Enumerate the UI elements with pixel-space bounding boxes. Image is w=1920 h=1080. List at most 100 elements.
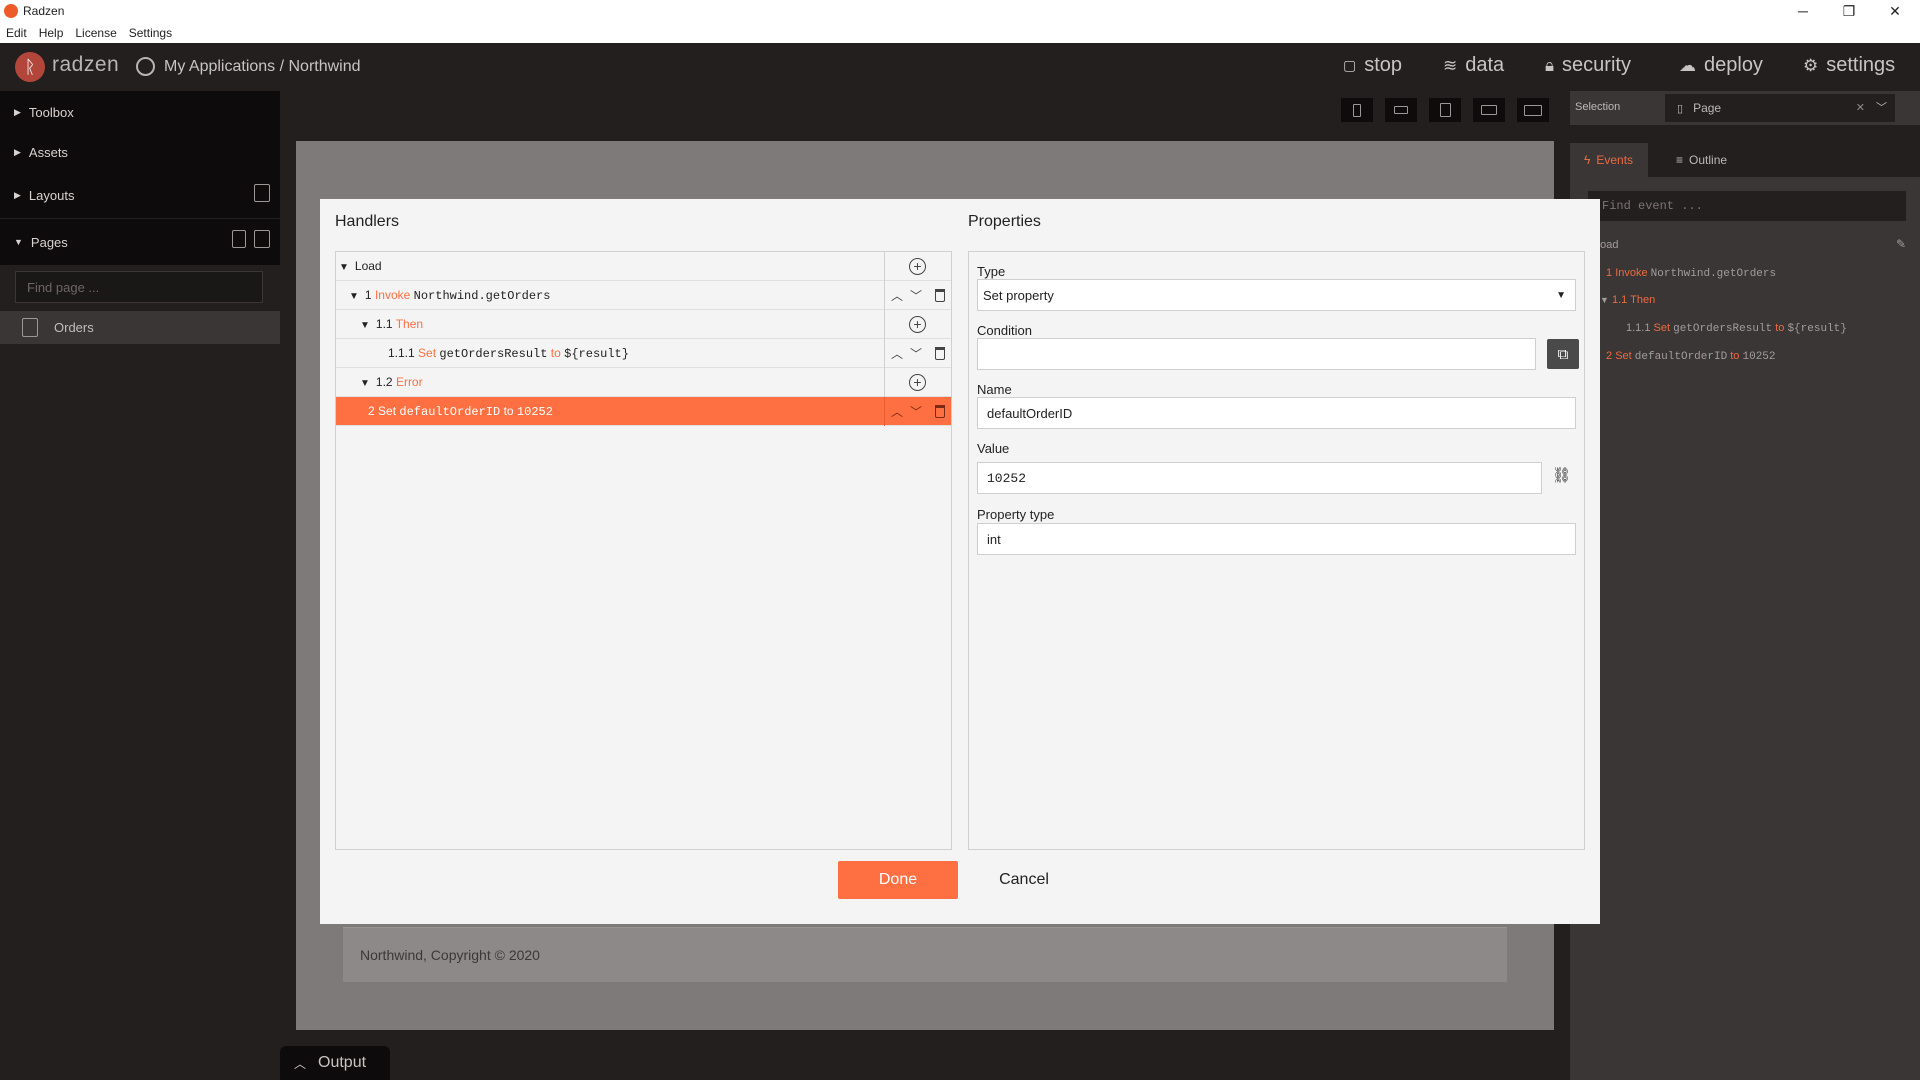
tab-outline[interactable]: ≡ Outline: [1662, 143, 1741, 177]
nav-stop-label: stop: [1364, 54, 1403, 76]
menu-edit[interactable]: Edit: [6, 26, 27, 40]
add-action-icon[interactable]: +: [909, 374, 926, 391]
properties-title: Properties: [968, 213, 1041, 230]
page-icon: [22, 318, 38, 337]
left-sidebar: ▶ Toolbox ▶ Assets ▶ Layouts ▼ Pages Fin…: [0, 91, 280, 1080]
app-header: ᚱ radzen My Applications / Northwind ▢ s…: [0, 43, 1920, 91]
selection-value: Page: [1693, 101, 1722, 115]
delete-icon[interactable]: [935, 289, 945, 302]
events-panel: ϟ Events ≡ Outline Find event ... Load ✎…: [1570, 143, 1920, 1080]
event-item[interactable]: 1.1.1 Set getOrdersResult to ${result}: [1626, 322, 1847, 335]
sidebar-pages[interactable]: ▼ Pages: [0, 219, 280, 265]
handler-row-invoke[interactable]: ▼ 1 Invoke Northwind.getOrders ︿ ﹀: [336, 281, 951, 310]
sidebar-assets[interactable]: ▶ Assets: [0, 131, 280, 173]
tablet-icon: [1439, 103, 1451, 117]
nav-deploy[interactable]: ☁ deploy: [1679, 54, 1763, 77]
device-toolbar: [280, 91, 1570, 129]
link-icon[interactable]: ⛓: [1552, 466, 1571, 484]
add-layout-icon[interactable]: [254, 184, 270, 202]
handler-row-then[interactable]: ▼ 1.1 Then +: [336, 310, 951, 339]
tablet-landscape-icon: [1481, 105, 1497, 115]
handler-row-set-result[interactable]: 1.1.1 Set getOrdersResult to ${result} ︿…: [336, 339, 951, 368]
canvas-footer: Northwind, Copyright © 2020: [343, 927, 1507, 982]
device-phone-landscape-button[interactable]: [1385, 98, 1417, 122]
stop-icon: ▢: [1343, 57, 1357, 73]
dashboard-icon[interactable]: [136, 57, 155, 76]
cloud-upload-icon: ☁: [1679, 55, 1696, 75]
nav-security[interactable]: 🔒︎ security: [1545, 54, 1631, 77]
nav-data[interactable]: ≋ data: [1443, 54, 1504, 77]
edit-event-icon[interactable]: ✎: [1896, 237, 1906, 251]
open-expression-editor-button[interactable]: ⧉: [1547, 339, 1579, 369]
sidebar-layouts[interactable]: ▶ Layouts: [0, 173, 280, 218]
caret-down-icon: ▼: [360, 378, 370, 389]
delete-page-icon[interactable]: [232, 230, 246, 248]
handler-row-error[interactable]: ▼ 1.2 Error +: [336, 368, 951, 397]
move-up-icon[interactable]: ︿: [891, 403, 903, 420]
move-up-icon[interactable]: ︿: [891, 287, 903, 304]
done-button[interactable]: Done: [838, 861, 958, 899]
handler-label: ▼ 1 Invoke Northwind.getOrders: [349, 288, 551, 303]
device-desktop-button[interactable]: [1517, 98, 1549, 122]
menu-settings[interactable]: Settings: [129, 26, 172, 40]
property-type-label: Property type: [977, 507, 1055, 522]
breadcrumb[interactable]: My Applications / Northwind: [164, 58, 361, 76]
sidebar-toolbox[interactable]: ▶ Toolbox: [0, 91, 280, 133]
handler-row-set-default[interactable]: 2 Set defaultOrderID to 10252 ︿ ﹀: [336, 397, 951, 426]
row-actions: +: [884, 368, 951, 397]
selection-bar: Selection ▯ Page ✕ ﹀: [1570, 91, 1920, 125]
close-window-button[interactable]: ✕: [1872, 0, 1918, 22]
sidebar-layouts-label: Layouts: [28, 188, 75, 203]
bolt-icon: ϟ: [1584, 153, 1591, 167]
condition-input[interactable]: [977, 338, 1536, 370]
value-input[interactable]: 10252: [977, 462, 1542, 494]
find-event-input[interactable]: Find event ...: [1588, 191, 1906, 221]
menu-help[interactable]: Help: [39, 26, 64, 40]
nav-settings[interactable]: ⚙ settings: [1803, 54, 1895, 77]
type-select[interactable]: Set property ▼: [977, 279, 1576, 311]
brand-name: radzen: [52, 53, 120, 76]
nav-stop[interactable]: ▢ stop: [1343, 54, 1402, 77]
nav-data-label: data: [1465, 54, 1505, 76]
cancel-button[interactable]: Cancel: [984, 861, 1064, 899]
event-item[interactable]: ▼ 1.1 Then: [1600, 294, 1655, 306]
caret-right-icon: ▶: [14, 146, 21, 157]
name-input[interactable]: defaultOrderID: [977, 397, 1576, 429]
nav-settings-label: settings: [1826, 54, 1896, 76]
move-down-icon[interactable]: ﹀: [910, 287, 922, 304]
property-type-input[interactable]: int: [977, 523, 1576, 555]
sidebar-pages-label: Pages: [30, 234, 68, 250]
device-tablet-button[interactable]: [1429, 98, 1461, 122]
menu-license[interactable]: License: [75, 26, 116, 40]
gear-icon: ⚙: [1803, 55, 1819, 75]
move-down-icon[interactable]: ﹀: [910, 345, 922, 362]
handler-row-load[interactable]: ▼ Load +: [336, 252, 951, 281]
output-tab[interactable]: ︿ Output: [280, 1046, 390, 1080]
move-up-icon[interactable]: ︿: [891, 345, 903, 362]
phone-landscape-icon: [1394, 106, 1408, 114]
minimize-button[interactable]: ─: [1780, 0, 1826, 22]
delete-icon[interactable]: [935, 347, 945, 360]
caret-down-icon: ▼: [360, 320, 370, 331]
add-action-icon[interactable]: +: [909, 258, 926, 275]
chevron-up-icon: ︿: [294, 1056, 307, 1071]
device-phone-button[interactable]: [1341, 98, 1373, 122]
type-label: Type: [977, 264, 1006, 279]
nav-security-label: security: [1562, 54, 1631, 76]
delete-icon[interactable]: [935, 405, 945, 418]
page-icon: ▯: [1677, 102, 1684, 115]
move-down-icon[interactable]: ﹀: [910, 403, 922, 420]
clear-selection-icon[interactable]: ✕: [1856, 101, 1865, 114]
event-item[interactable]: 1 Invoke Northwind.getOrders: [1606, 267, 1776, 280]
find-page-input[interactable]: Find page ...: [15, 271, 263, 303]
add-action-icon[interactable]: +: [909, 316, 926, 333]
selection-dropdown[interactable]: ▯ Page ✕ ﹀: [1665, 94, 1895, 122]
app-logo-icon: [4, 4, 18, 18]
type-value: Set property: [983, 288, 1054, 303]
event-item[interactable]: 2 Set defaultOrderID to 10252: [1606, 350, 1776, 363]
add-page-icon[interactable]: [254, 230, 270, 248]
device-tablet-landscape-button[interactable]: [1473, 98, 1505, 122]
page-item-orders[interactable]: Orders: [0, 311, 280, 344]
restore-button[interactable]: ❐: [1826, 0, 1872, 22]
tab-events[interactable]: ϟ Events: [1570, 143, 1648, 177]
